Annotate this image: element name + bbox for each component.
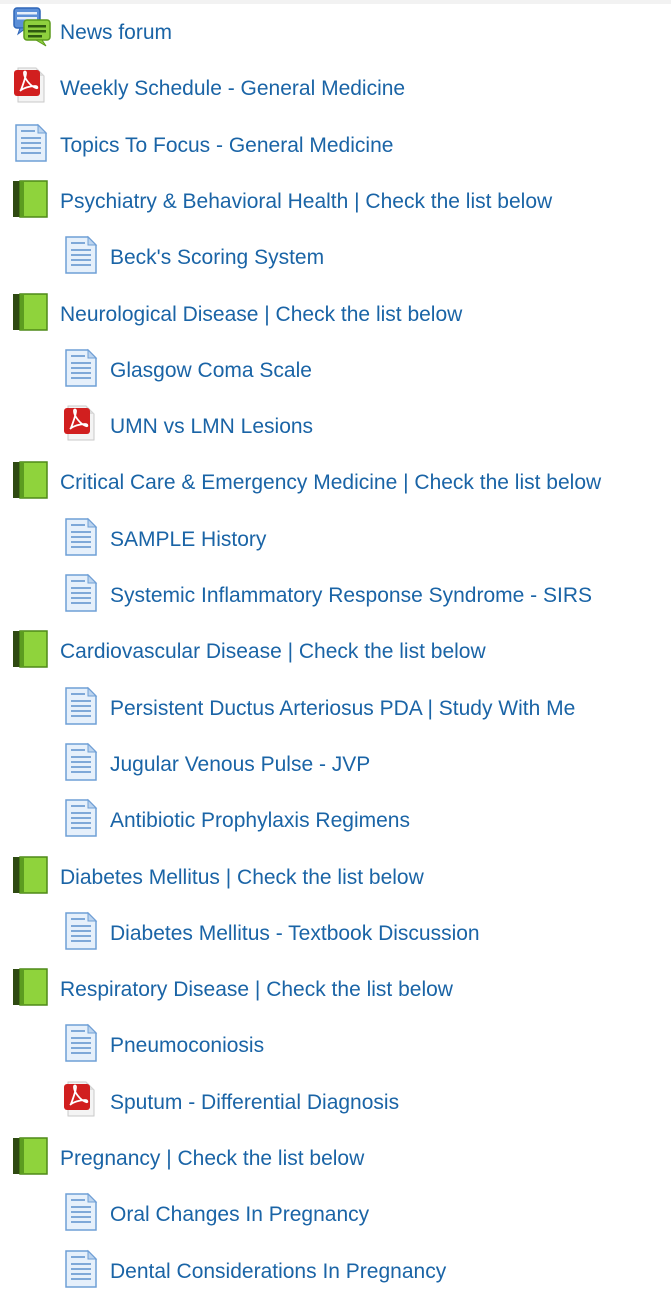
activity-link[interactable]: Critical Care & Emergency Medicine | Che… [60, 470, 601, 496]
activity-link[interactable]: UMN vs LMN Lesions [110, 414, 313, 440]
activity-link[interactable]: Beck's Scoring System [110, 245, 324, 271]
page-icon [62, 1023, 102, 1076]
page-icon [62, 686, 102, 739]
activity-link[interactable]: Diabetes Mellitus | Check the list below [60, 865, 424, 891]
activity-link[interactable]: Neurological Disease | Check the list be… [60, 302, 462, 328]
page-icon [62, 1249, 102, 1302]
pdf-icon [62, 1081, 102, 1133]
activity-link[interactable]: Jugular Venous Pulse - JVP [110, 752, 370, 778]
page-icon [62, 235, 102, 288]
pdf-icon [62, 405, 102, 457]
page-icon [12, 123, 52, 176]
activity-link[interactable]: Diabetes Mellitus - Textbook Discussion [110, 921, 480, 947]
activity-link[interactable]: Cardiovascular Disease | Check the list … [60, 639, 486, 665]
activity-link[interactable]: Topics To Focus - General Medicine [60, 133, 393, 159]
page-icon [62, 348, 102, 401]
activity-link[interactable]: Antibiotic Prophylaxis Regimens [110, 808, 410, 834]
page-icon [62, 798, 102, 851]
book-icon [12, 1137, 52, 1189]
page-icon [62, 1192, 102, 1245]
activity-link[interactable]: News forum [60, 20, 172, 46]
activity-link[interactable]: Dental Considerations In Pregnancy [110, 1259, 446, 1285]
pdf-icon [12, 67, 52, 119]
page-icon [62, 573, 102, 626]
book-icon [12, 630, 52, 682]
activity-link[interactable]: Respiratory Disease | Check the list bel… [60, 977, 453, 1003]
activity-link[interactable]: Weekly Schedule - General Medicine [60, 76, 405, 102]
activity-link[interactable]: Sputum - Differential Diagnosis [110, 1090, 399, 1116]
activity-link[interactable]: Systemic Inflammatory Response Syndrome … [110, 583, 592, 609]
activity-link[interactable]: Pregnancy | Check the list below [60, 1146, 364, 1172]
top-divider [0, 0, 671, 4]
book-icon [12, 293, 52, 345]
book-icon [12, 968, 52, 1020]
activity-link[interactable]: Psychiatry & Behavioral Health | Check t… [60, 189, 552, 215]
book-icon [12, 180, 52, 232]
activity-link[interactable]: Pneumoconiosis [110, 1033, 264, 1059]
book-icon [12, 856, 52, 908]
activity-link[interactable]: Oral Changes In Pregnancy [110, 1202, 369, 1228]
activity-link[interactable]: Glasgow Coma Scale [110, 358, 312, 384]
activity-link[interactable]: Persistent Ductus Arteriosus PDA | Study… [110, 696, 575, 722]
page-icon [62, 517, 102, 570]
page-icon [62, 742, 102, 795]
book-icon [12, 461, 52, 513]
page-icon [62, 911, 102, 964]
activity-link[interactable]: SAMPLE History [110, 527, 266, 553]
forum-icon [12, 7, 52, 63]
